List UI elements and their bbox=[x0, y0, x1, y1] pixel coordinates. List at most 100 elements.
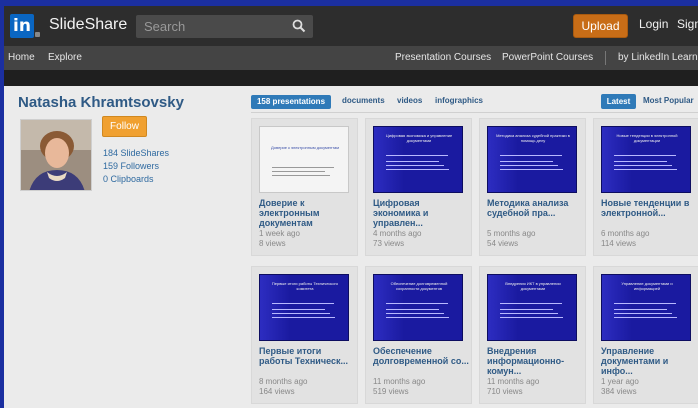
thumbnail-text-line bbox=[386, 303, 448, 304]
thumbnail-text-line bbox=[386, 161, 439, 162]
nav-powerpoint-courses-link[interactable]: PowerPoint Courses bbox=[502, 52, 593, 63]
presentation-views: 710 views bbox=[487, 387, 523, 396]
thumbnail-text-line bbox=[272, 313, 330, 314]
thumbnail-text-line bbox=[386, 155, 448, 156]
tabs-divider bbox=[251, 112, 698, 113]
presentation-thumbnail[interactable]: Доверие к электронным документам bbox=[259, 126, 349, 193]
thumbnail-text-line bbox=[614, 161, 667, 162]
presentation-views: 384 views bbox=[601, 387, 637, 396]
presentation-thumbnail[interactable]: Новые тенденции в электронной документац… bbox=[601, 126, 691, 193]
presentation-age: 1 year ago bbox=[601, 377, 639, 386]
tab-videos[interactable]: videos bbox=[397, 96, 422, 105]
login-link[interactable]: Login bbox=[639, 17, 668, 31]
sort-latest-tab[interactable]: Latest bbox=[601, 94, 636, 109]
presentation-views: 164 views bbox=[259, 387, 295, 396]
presentation-card[interactable]: Новые тенденции в электронной документац… bbox=[593, 118, 698, 256]
thumbnail-text-line bbox=[614, 313, 672, 314]
avatar-photo-icon bbox=[21, 120, 91, 190]
presentation-thumbnail[interactable]: Первые итоги работы Технического комитет… bbox=[259, 274, 349, 341]
presentation-age: 4 months ago bbox=[373, 229, 422, 238]
presentation-title-link[interactable]: Доверие к электронным документам bbox=[259, 198, 355, 228]
stat-clipboards[interactable]: 0 Clipboards bbox=[103, 174, 154, 184]
presentation-age: 1 week ago bbox=[259, 229, 300, 238]
presentation-card[interactable]: Доверие к электронным документам Доверие … bbox=[251, 118, 358, 256]
presentation-age: 11 months ago bbox=[487, 377, 540, 386]
presentation-thumbnail[interactable]: Обеспечение долговременной сохранности д… bbox=[373, 274, 463, 341]
avatar[interactable] bbox=[20, 119, 92, 191]
thumbnail-text-line bbox=[614, 303, 676, 304]
presentation-views: 114 views bbox=[601, 239, 636, 248]
signup-link[interactable]: Sign up bbox=[677, 17, 698, 31]
presentation-title-link[interactable]: Внедрения информационно-комун... bbox=[487, 346, 583, 376]
tab-presentations[interactable]: 158 presentations bbox=[251, 95, 331, 109]
nav-divider bbox=[605, 51, 606, 65]
thumbnail-title-text: Обеспечение долговременной сохранности д… bbox=[390, 281, 448, 291]
presentation-views: 8 views bbox=[259, 239, 286, 248]
stat-followers[interactable]: 159 Followers bbox=[103, 161, 159, 171]
thumbnail-text-line bbox=[614, 317, 677, 318]
thumbnail-text-line bbox=[386, 165, 444, 166]
thumbnail-text-line bbox=[272, 167, 334, 168]
search-icon[interactable] bbox=[292, 19, 306, 33]
search-input[interactable] bbox=[136, 15, 286, 38]
presentation-card[interactable]: Управление документами и информацией Упра… bbox=[593, 266, 698, 404]
presentation-views: 519 views bbox=[373, 387, 409, 396]
sort-most-popular-tab[interactable]: Most Popular bbox=[643, 96, 694, 105]
upload-button[interactable]: Upload bbox=[573, 14, 628, 38]
thumbnail-text-line bbox=[614, 165, 672, 166]
linkedin-logo-icon[interactable]: in bbox=[10, 14, 34, 38]
nav-linkedin-learning-link[interactable]: by LinkedIn Learning bbox=[618, 52, 698, 63]
presentation-thumbnail[interactable]: Методика анализа судебной практики в пом… bbox=[487, 126, 577, 193]
presentation-title-link[interactable]: Методика анализа судебной пра... bbox=[487, 198, 583, 218]
thumbnail-text-line bbox=[500, 303, 562, 304]
thumbnail-text-line bbox=[500, 161, 553, 162]
thumbnail-text-line bbox=[500, 165, 558, 166]
slideshare-logo-text[interactable]: SlideShare bbox=[49, 16, 127, 34]
thumbnail-title-text: Внедрения ИКТ в управлении документами bbox=[505, 281, 561, 291]
presentation-title-link[interactable]: Управление документами и инфо... bbox=[601, 346, 697, 376]
presentation-card[interactable]: Методика анализа судебной практики в пом… bbox=[479, 118, 586, 256]
presentation-age: 8 months ago bbox=[259, 377, 308, 386]
thumbnail-text-line bbox=[272, 175, 330, 176]
nav-presentation-courses-link[interactable]: Presentation Courses bbox=[395, 52, 491, 63]
presentation-thumbnail[interactable]: Цифровая экономика и управление документ… bbox=[373, 126, 463, 193]
thumbnail-text-line bbox=[272, 309, 325, 310]
thumbnail-text-line bbox=[272, 317, 335, 318]
thumbnail-text-line bbox=[272, 171, 325, 172]
presentation-age: 11 months ago bbox=[373, 377, 426, 386]
search-box bbox=[136, 15, 313, 38]
thumbnail-title-text: Управление документами и информацией bbox=[621, 281, 673, 291]
presentation-card[interactable]: Первые итоги работы Технического комитет… bbox=[251, 266, 358, 404]
nav-explore-link[interactable]: Explore bbox=[48, 52, 82, 63]
presentation-title-link[interactable]: Обеспечение долговременной со... bbox=[373, 346, 469, 366]
follow-button[interactable]: Follow bbox=[102, 116, 147, 137]
logo-dot bbox=[35, 32, 40, 37]
thumbnail-text-line bbox=[272, 303, 334, 304]
profile-name[interactable]: Natasha Khramtsovsky bbox=[18, 94, 184, 111]
presentation-card[interactable]: Внедрения ИКТ в управлении документами Вн… bbox=[479, 266, 586, 404]
presentation-title-link[interactable]: Первые итоги работы Техническ... bbox=[259, 346, 355, 366]
top-bar: in SlideShare Upload Login Sign up bbox=[4, 6, 698, 46]
presentation-title-link[interactable]: Новые тенденции в электронной... bbox=[601, 198, 697, 218]
thumbnail-text-line bbox=[386, 169, 449, 170]
presentation-views: 73 views bbox=[373, 239, 405, 248]
thumbnail-text-line bbox=[500, 313, 558, 314]
presentation-thumbnail[interactable]: Внедрения ИКТ в управлении документами bbox=[487, 274, 577, 341]
thumbnail-text-line bbox=[500, 309, 553, 310]
thumbnail-text-line bbox=[500, 155, 562, 156]
nav-home-link[interactable]: Home bbox=[8, 52, 35, 63]
stat-slideshares[interactable]: 184 SlideShares bbox=[103, 148, 169, 158]
presentation-views: 54 views bbox=[487, 239, 519, 248]
thumbnail-text-line bbox=[500, 317, 563, 318]
presentation-thumbnail[interactable]: Управление документами и информацией bbox=[601, 274, 691, 341]
thumbnail-text-line bbox=[500, 169, 563, 170]
presentation-title-link[interactable]: Цифровая экономика и управлен... bbox=[373, 198, 469, 228]
browser-viewport: in SlideShare Upload Login Sign up Home … bbox=[4, 6, 698, 408]
tab-documents[interactable]: documents bbox=[342, 96, 385, 105]
presentation-card[interactable]: Обеспечение долговременной сохранности д… bbox=[365, 266, 472, 404]
presentation-card[interactable]: Цифровая экономика и управление документ… bbox=[365, 118, 472, 256]
thumbnail-title-text: Первые итоги работы Технического комитет… bbox=[271, 281, 339, 291]
tab-infographics[interactable]: infographics bbox=[435, 96, 483, 105]
presentation-age: 5 months ago bbox=[487, 229, 536, 238]
thumbnail-title-text: Доверие к электронным документам bbox=[271, 145, 339, 150]
